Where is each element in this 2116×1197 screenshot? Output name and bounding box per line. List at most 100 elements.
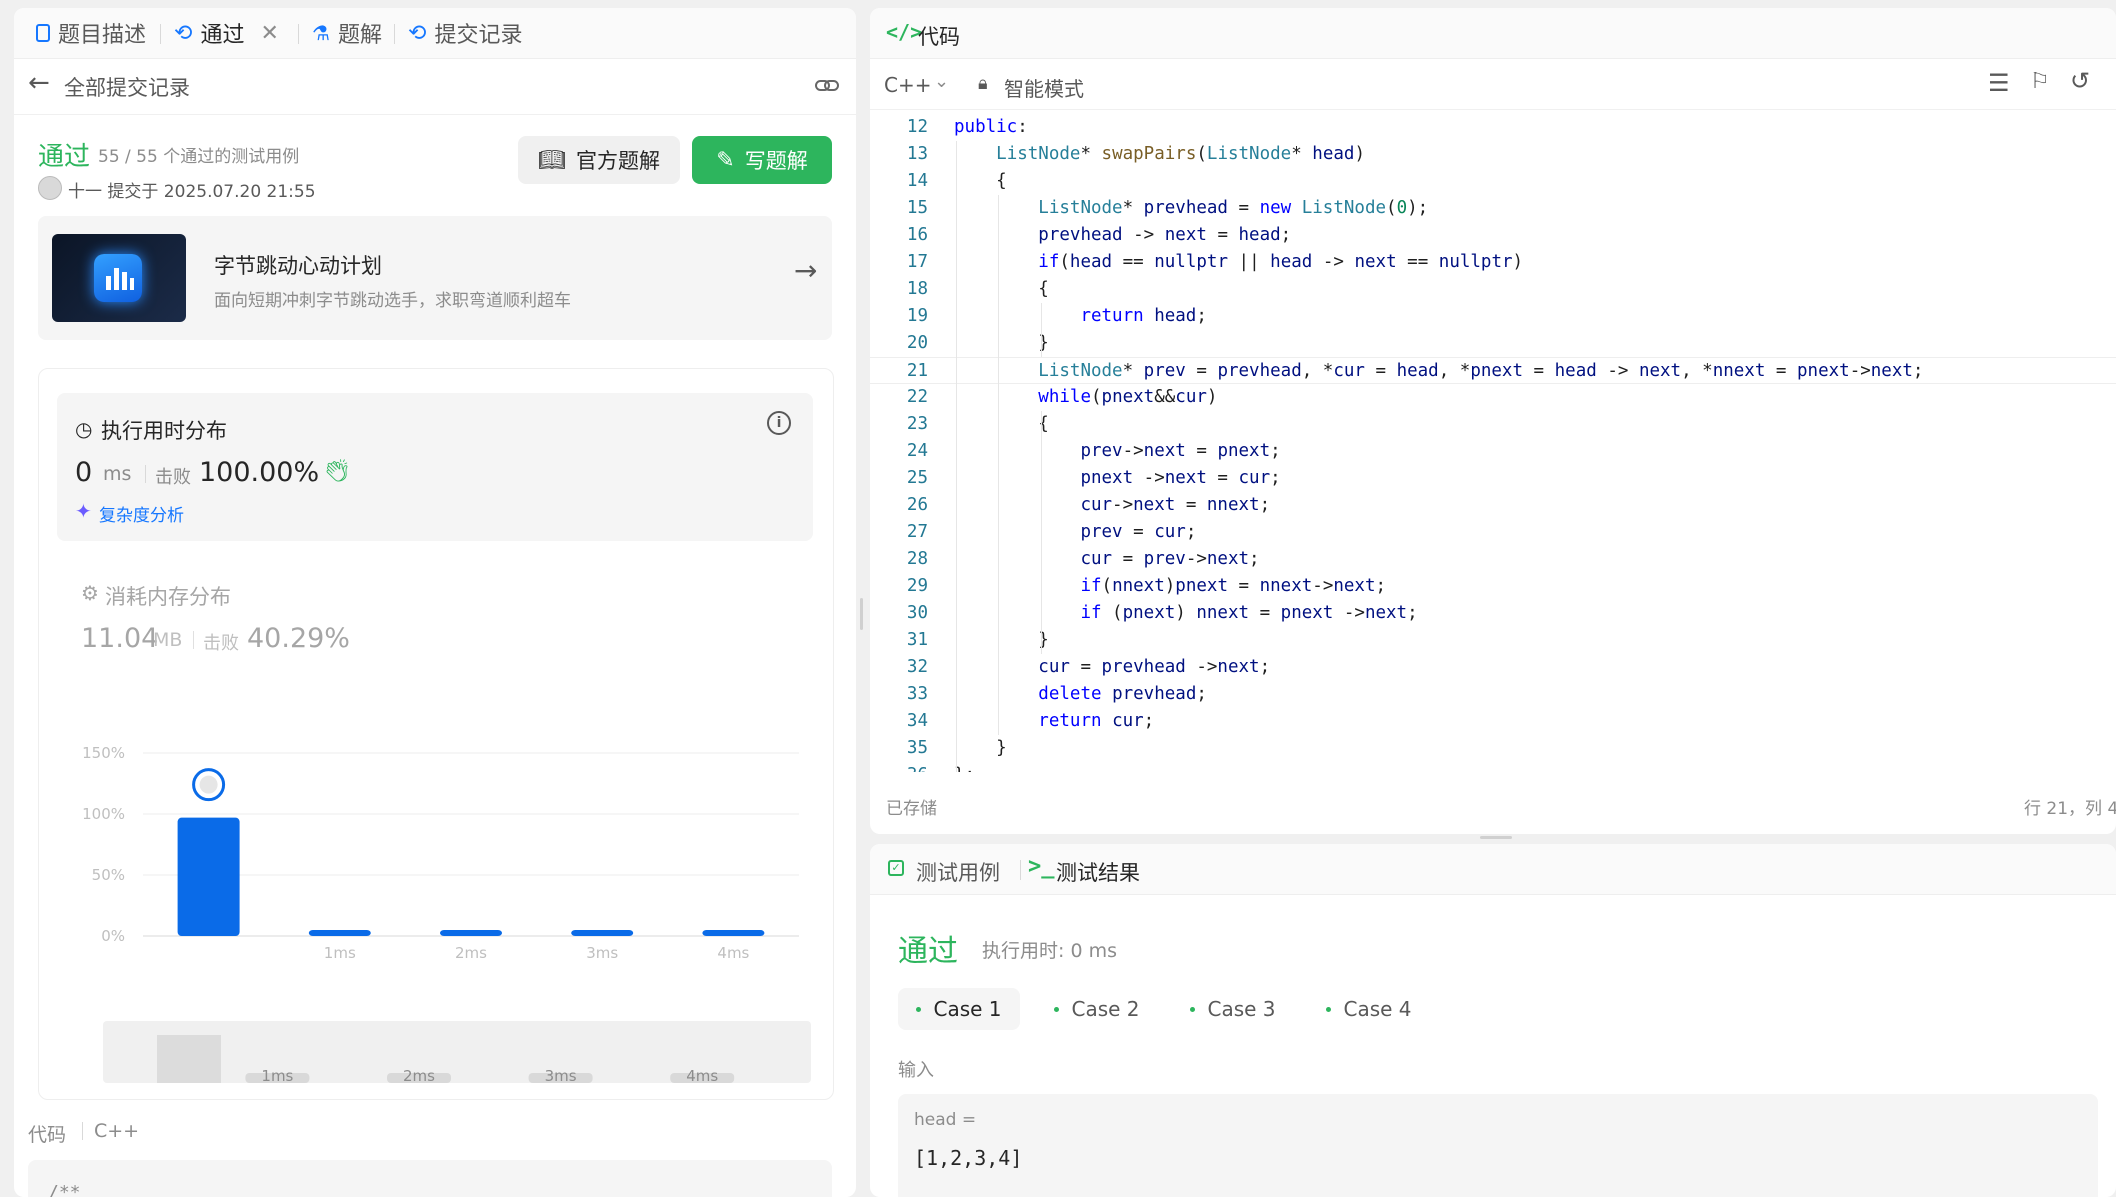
code-line[interactable]: 36}; [870, 762, 2116, 772]
code-line[interactable]: 17 if(head == nullptr || head -> next ==… [870, 249, 2116, 276]
vertical-splitter[interactable] [860, 598, 863, 630]
code-line[interactable]: 31 } [870, 627, 2116, 654]
write-solution-button[interactable]: ✎ 写题解 [692, 136, 832, 184]
code-line[interactable]: 30 if (pnext) nnext = pnext ->next; [870, 600, 2116, 627]
code-line[interactable]: 26 cur->next = nnext; [870, 492, 2116, 519]
more-icon[interactable]: ⋮ [2108, 69, 2116, 93]
code-text: while(pnext&&cur) [1038, 387, 1218, 407]
line-number: 15 [906, 198, 928, 218]
code-text: if (pnext) nnext = pnext ->next; [1080, 603, 1418, 623]
line-number: 35 [906, 738, 928, 758]
info-icon[interactable]: i [767, 411, 791, 435]
tab-description[interactable]: 题目描述 [36, 8, 146, 58]
format-icon[interactable]: ☰ [1988, 69, 2010, 97]
code-line[interactable]: 24 prev->next = pnext; [870, 438, 2116, 465]
case-tab-3[interactable]: Case 3 [1172, 988, 1294, 1030]
case-tab-4[interactable]: Case 4 [1308, 988, 1430, 1030]
tab-accepted[interactable]: ⟲ 通过 ✕ [174, 8, 279, 58]
runtime-card[interactable]: ◷ 执行用时分布 i 0 ms 击败 100.00% 👏︎ ✦ 复杂度分析 [57, 393, 813, 541]
bookmark-icon[interactable]: ⚐ [2030, 69, 2050, 94]
code-line[interactable]: 19 return head; [870, 303, 2116, 330]
editor-toolbar: C++ ⌄ 🔒︎ 智能模式 ☰ ⚐ ↺ ⋮ [870, 59, 2116, 110]
link-icon[interactable] [814, 74, 840, 98]
complexity-link[interactable]: 复杂度分析 [99, 501, 184, 526]
code-line[interactable]: 28 cur = prev->next; [870, 546, 2116, 573]
all-submissions-link[interactable]: 全部提交记录 [64, 72, 190, 102]
code-line[interactable]: 35 } [870, 735, 2116, 762]
input-value-box[interactable]: head = [1,2,3,4] [898, 1094, 2098, 1197]
line-number: 12 [906, 117, 928, 137]
lock-icon: 🔒︎ [978, 73, 988, 94]
line-number: 24 [906, 441, 928, 461]
memory-beat-label: 击败 [203, 633, 239, 654]
chart-range-slider[interactable]: 1ms 2ms 3ms 4ms [103, 1021, 811, 1083]
result-status: 通过 [898, 934, 958, 969]
chip-icon: ⚙ [81, 581, 99, 605]
line-number: 21 [906, 361, 928, 381]
test-result-panel: ✓ 测试用例 >_ 测试结果 通过 执行用时: 0 ms Case 1 Case… [870, 844, 2116, 1197]
arrow-left-icon[interactable]: ← [28, 68, 50, 98]
code-line[interactable]: 16 prevhead -> next = head; [870, 222, 2116, 249]
minimap-label: 4ms [686, 1067, 718, 1083]
code-icon: </> [886, 20, 923, 44]
avatar[interactable] [38, 176, 62, 200]
case-tab-1[interactable]: Case 1 [898, 988, 1020, 1030]
code-line[interactable]: 20 } [870, 330, 2116, 357]
runtime-title: 执行用时分布 [101, 419, 227, 443]
document-icon [36, 24, 50, 42]
code-line[interactable]: 29 if(nnext)pnext = nnext->next; [870, 573, 2116, 600]
arrow-right-icon: → [794, 254, 818, 287]
book-icon: 📖︎ [538, 147, 566, 173]
runtime-distribution-chart[interactable]: 0% 50% 100% 150% 1ms 2ms 3ms 4ms [39, 699, 833, 989]
chevron-down-icon[interactable]: ⌄ [934, 71, 949, 92]
x-tick-label: 4ms [717, 944, 749, 962]
code-line[interactable]: 21 ListNode* prev = prevhead, *cur = hea… [870, 357, 2116, 384]
code-text: }; [954, 762, 975, 772]
promo-card[interactable]: 字节跳动心动计划 面向短期冲刺字节跳动选手，求职弯道顺利超车 → [38, 216, 832, 340]
horizontal-splitter[interactable] [1480, 836, 1512, 839]
close-icon[interactable]: ✕ [260, 21, 278, 46]
code-editor-panel: </> 代码 C++ ⌄ 🔒︎ 智能模式 ☰ ⚐ ↺ ⋮ 12 public: 13… [870, 8, 2116, 834]
x-tick-label: 1ms [324, 944, 356, 962]
reset-icon[interactable]: ↺ [2070, 67, 2090, 95]
code-text: } [954, 630, 1049, 650]
official-solution-button[interactable]: 📖︎ 官方题解 [518, 136, 680, 184]
submitted-code-preview[interactable]: /** [28, 1160, 832, 1197]
code-text: { [954, 279, 1049, 299]
code-line[interactable]: 12 public: [870, 114, 2116, 141]
code-line[interactable]: 22 while(pnext&&cur) [870, 384, 2116, 411]
code-line[interactable]: 18 { [870, 276, 2116, 303]
code-text: if(head == nullptr || head -> next == nu… [1038, 252, 1524, 272]
input-var-name: head = [914, 1110, 977, 1130]
case-tab-2[interactable]: Case 2 [1036, 988, 1158, 1030]
bar [308, 930, 371, 936]
minimap-label: 3ms [545, 1067, 577, 1083]
y-tick-label: 0% [101, 927, 125, 945]
line-number: 30 [906, 603, 928, 623]
code-line[interactable]: 15 ListNode* prevhead = new ListNode(0); [870, 195, 2116, 222]
line-number: 17 [906, 252, 928, 272]
tab-testcases[interactable]: 测试用例 [916, 857, 1000, 887]
code-line[interactable]: 32 cur = prevhead ->next; [870, 654, 2116, 681]
tab-submissions[interactable]: ⟲ 提交记录 [408, 8, 522, 58]
indent-guide [956, 141, 957, 772]
code-area[interactable]: 12 public: 13 ListNode* swapPairs(ListNode… [870, 110, 2116, 772]
code-line[interactable]: 23 { [870, 411, 2116, 438]
language-select[interactable]: C++ [884, 73, 931, 97]
submit-info: 十一 提交于 2025.07.20 21:55 [68, 182, 316, 202]
code-text: if(nnext)pnext = nnext->next; [1080, 576, 1387, 596]
memory-title[interactable]: 消耗内存分布 [105, 581, 231, 611]
code-line[interactable]: 25 pnext ->next = cur; [870, 465, 2116, 492]
memory-beat-value: 40.29% [247, 623, 350, 654]
tab-solutions[interactable]: ⚗ 题解 [312, 8, 382, 58]
editor-tab-title[interactable]: 代码 [918, 21, 960, 51]
code-line[interactable]: 27 prev = cur; [870, 519, 2116, 546]
mode-select[interactable]: 智能模式 [1004, 73, 1084, 102]
code-line[interactable]: 13 ListNode* swapPairs(ListNode* head) [870, 141, 2116, 168]
code-line[interactable]: 34 return cur; [870, 708, 2116, 735]
line-number: 16 [906, 225, 928, 245]
tab-test-result[interactable]: 测试结果 [1056, 857, 1140, 887]
code-line[interactable]: 33 delete prevhead; [870, 681, 2116, 708]
code-line[interactable]: 14 { [870, 168, 2116, 195]
code-text: pnext ->next = cur; [1080, 468, 1281, 488]
